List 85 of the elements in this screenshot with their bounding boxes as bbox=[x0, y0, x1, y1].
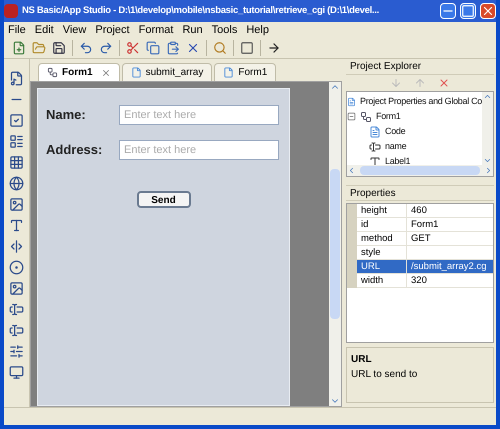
file-icon bbox=[223, 67, 234, 78]
search-icon[interactable] bbox=[213, 41, 227, 55]
delete-icon[interactable] bbox=[186, 41, 200, 55]
menu-item[interactable]: File bbox=[8, 22, 26, 38]
tree-item[interactable]: Label1 bbox=[385, 154, 410, 165]
page-icon bbox=[347, 96, 356, 108]
collapse-icon[interactable] bbox=[347, 112, 356, 121]
property-name[interactable]: method bbox=[357, 232, 407, 246]
list-icon[interactable] bbox=[9, 134, 24, 149]
editor-tab[interactable]: submit_array bbox=[122, 63, 212, 81]
maximize-icon[interactable] bbox=[460, 3, 476, 19]
row-gutter bbox=[347, 274, 357, 288]
page-icon bbox=[369, 126, 381, 138]
text-area-icon[interactable] bbox=[9, 323, 24, 338]
open-folder-icon[interactable] bbox=[32, 41, 46, 55]
save-icon[interactable] bbox=[52, 41, 66, 55]
cut-icon[interactable] bbox=[126, 41, 140, 55]
scroll-thumb[interactable] bbox=[360, 166, 480, 175]
description-title: URL bbox=[351, 353, 373, 367]
scroll-left-icon[interactable] bbox=[347, 166, 356, 175]
undo-icon[interactable] bbox=[79, 41, 93, 55]
menu-item[interactable]: Help bbox=[246, 22, 269, 38]
property-name[interactable]: URL bbox=[357, 260, 407, 274]
property-value[interactable]: /submit_array2.cg bbox=[407, 260, 493, 274]
slider-icon[interactable] bbox=[9, 344, 24, 359]
editor-tab[interactable]: Form1 bbox=[38, 63, 120, 81]
tree-item[interactable]: name bbox=[385, 140, 406, 154]
text-input-icon[interactable] bbox=[9, 302, 24, 317]
menu-item[interactable]: View bbox=[62, 22, 86, 38]
field-label: Name: bbox=[46, 106, 87, 124]
send-button[interactable]: Send bbox=[136, 191, 190, 208]
scroll-down-icon[interactable] bbox=[483, 156, 492, 165]
radio-icon[interactable] bbox=[9, 260, 24, 275]
editor-tab[interactable]: Form1 bbox=[214, 63, 276, 81]
tree-item[interactable]: Code bbox=[385, 124, 406, 138]
paste-icon[interactable] bbox=[166, 41, 180, 55]
input-icon bbox=[369, 140, 381, 152]
new-file-icon[interactable] bbox=[12, 41, 26, 55]
menu-item[interactable]: Tools bbox=[212, 22, 238, 38]
frame-icon[interactable] bbox=[240, 41, 254, 55]
close-icon[interactable] bbox=[100, 68, 111, 78]
row-gutter bbox=[347, 204, 357, 218]
redo-icon[interactable] bbox=[99, 41, 113, 55]
description-text: URL to send to bbox=[351, 368, 418, 382]
scroll-right-icon[interactable] bbox=[484, 166, 493, 175]
image-icon[interactable] bbox=[9, 197, 24, 212]
panel-header: Project Explorer bbox=[346, 59, 494, 75]
form-icon bbox=[47, 67, 58, 78]
property-name[interactable]: height bbox=[357, 204, 407, 218]
label-glyph-icon[interactable] bbox=[9, 218, 24, 233]
menu-item[interactable]: Run bbox=[182, 22, 203, 38]
label-glyph-icon bbox=[369, 156, 381, 165]
copy-icon[interactable] bbox=[146, 41, 160, 55]
tree-item[interactable]: Form1 bbox=[376, 110, 401, 124]
property-name[interactable]: width bbox=[357, 274, 407, 288]
scroll-thumb[interactable] bbox=[330, 169, 340, 319]
app-logo-icon bbox=[4, 4, 18, 18]
text-input[interactable]: Enter text here bbox=[119, 104, 279, 124]
picture-icon[interactable] bbox=[9, 281, 24, 296]
menu-item[interactable]: Project bbox=[95, 22, 130, 38]
property-value[interactable]: 320 bbox=[407, 274, 493, 288]
vertical-scrollbar[interactable] bbox=[329, 82, 341, 406]
window-title: NS Basic/App Studio - D:\1\develop\mobile\nsbasic_tutorial\retrieve_cgi (D:\1\devel... bbox=[22, 4, 380, 18]
form-icon bbox=[360, 110, 372, 122]
panel-header: Properties bbox=[346, 185, 494, 201]
menu-item[interactable]: Format bbox=[138, 22, 174, 38]
text-input[interactable]: Enter text here bbox=[119, 140, 279, 160]
screen-icon[interactable] bbox=[9, 365, 24, 380]
globe-icon[interactable] bbox=[9, 176, 24, 191]
field-label: Address: bbox=[46, 140, 104, 159]
file-icon bbox=[130, 67, 142, 78]
property-value[interactable]: 460 bbox=[407, 204, 493, 218]
menu-item[interactable]: Edit bbox=[34, 22, 54, 38]
close-icon[interactable] bbox=[480, 3, 496, 19]
property-name[interactable]: id bbox=[357, 218, 407, 232]
checkbox-icon[interactable] bbox=[9, 113, 24, 128]
property-value[interactable]: Form1 bbox=[407, 218, 493, 232]
grid-icon[interactable] bbox=[9, 155, 24, 170]
scroll-up-icon[interactable] bbox=[483, 92, 492, 101]
property-value[interactable]: GET bbox=[407, 232, 493, 246]
delete-icon[interactable] bbox=[438, 77, 450, 89]
minimize-icon[interactable] bbox=[440, 3, 456, 19]
tree-item[interactable]: Project Properties and Global Co bbox=[360, 94, 482, 108]
audio-icon[interactable] bbox=[9, 71, 24, 86]
divider-icon[interactable] bbox=[9, 239, 24, 254]
